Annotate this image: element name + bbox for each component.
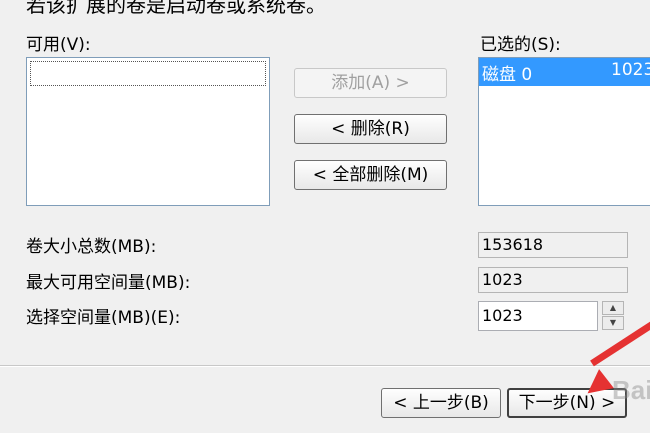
total-size-label: 卷大小总数(MB): [26, 237, 157, 257]
next-button[interactable]: 下一步(N) > [507, 388, 627, 418]
disk-name: 磁盘 0 [482, 65, 533, 85]
back-button[interactable]: < 上一步(B) [381, 388, 501, 418]
add-button[interactable]: 添加(A) > [294, 68, 447, 98]
max-space-label: 最大可用空间量(MB): [26, 273, 191, 293]
disk-size: 1023 [611, 60, 650, 80]
selected-item-disk-0[interactable]: 磁盘 0 1023 [479, 58, 650, 86]
watermark: Bai [612, 375, 650, 405]
select-space-input[interactable]: 1023 [478, 301, 598, 331]
instruction-text: 若该扩展的卷是启动卷或系统卷。 [26, 0, 326, 17]
remove-all-button[interactable]: < 全部删除(M) [294, 160, 447, 190]
available-listbox[interactable] [26, 57, 270, 206]
available-list-label: 可用(V): [26, 35, 91, 55]
remove-button[interactable]: < 删除(R) [294, 114, 447, 144]
selected-listbox[interactable]: 磁盘 0 1023 [478, 57, 650, 206]
spin-down-icon[interactable]: ▼ [602, 316, 624, 330]
footer-divider-highlight [0, 366, 650, 367]
spin-up-icon[interactable]: ▲ [602, 301, 624, 315]
select-space-label: 选择空间量(MB)(E): [26, 308, 181, 328]
max-space-value: 1023 [478, 267, 628, 293]
total-size-value: 153618 [478, 232, 628, 258]
selected-list-label: 已选的(S): [480, 35, 561, 55]
focus-row [30, 61, 266, 86]
